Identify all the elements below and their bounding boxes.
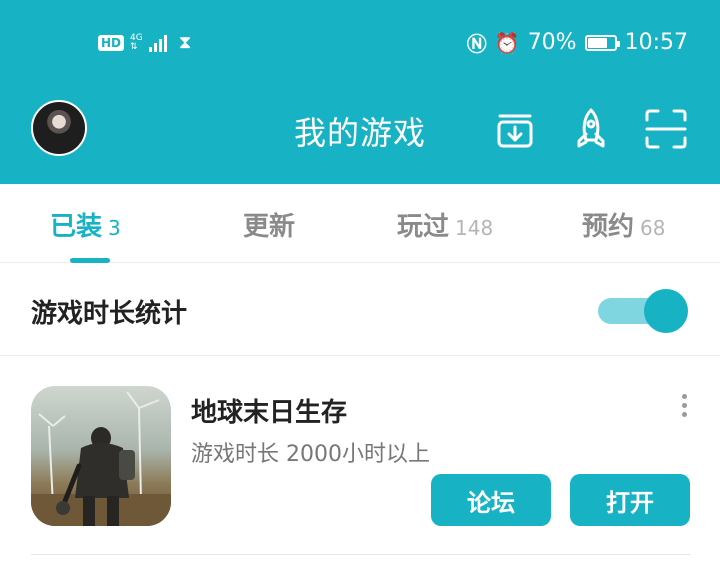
tab-bar: 已装 3 更新 玩过 148 预约 68 (0, 184, 720, 263)
open-button[interactable]: 打开 (570, 474, 690, 526)
tab-reserved-count: 68 (640, 216, 666, 240)
tab-updates[interactable]: 更新 (243, 206, 295, 243)
game-playtime: 游戏时长 2000小时以上 (191, 442, 430, 467)
game-title[interactable]: 地球末日生存 (191, 392, 347, 429)
app-bar: 我的游戏 (0, 90, 720, 184)
download-icon (497, 114, 533, 148)
status-right: Ⓝ ⏰ 70% 10:57 (467, 28, 688, 57)
speed-up-button[interactable] (568, 106, 614, 152)
playtime-stats-toggle[interactable] (598, 289, 688, 333)
more-options-button[interactable] (682, 394, 690, 424)
network-arrows-icon: ⇅ (130, 41, 138, 52)
tab-played-count: 148 (455, 216, 494, 240)
tab-updates-label: 更新 (243, 212, 296, 242)
playtime-stats-row: 游戏时长统计 (0, 263, 720, 356)
tab-installed[interactable]: 已装 3 (50, 206, 121, 243)
game-icon[interactable] (31, 386, 171, 526)
more-icon-dot (682, 412, 687, 417)
status-bar: HD 4G ⇅ ⧗ Ⓝ ⏰ 70% 10:57 (0, 0, 720, 90)
nfc-icon: Ⓝ (466, 32, 487, 56)
scan-button[interactable] (643, 106, 689, 152)
survivor-artwork-icon (31, 391, 171, 526)
tab-installed-count: 3 (108, 216, 121, 240)
signal-icon (148, 34, 167, 52)
game-list-item: 地球末日生存 游戏时长 2000小时以上 论坛 打开 (0, 356, 720, 561)
hd-badge: HD (98, 34, 125, 51)
more-icon (682, 394, 687, 399)
clock: 10:57 (624, 30, 688, 55)
tab-reserved-label: 预约 (582, 212, 635, 242)
playtime-stats-label: 游戏时长统计 (31, 299, 188, 329)
battery-icon (584, 34, 620, 51)
status-left: HD 4G ⇅ ⧗ (98, 32, 191, 53)
tab-played-label: 玩过 (397, 212, 450, 242)
alarm-icon: ⏰ (494, 30, 520, 55)
tab-reserved[interactable]: 预约 68 (582, 206, 665, 243)
hourglass-icon: ⧗ (178, 32, 192, 53)
network-type: 4G ⇅ (130, 33, 143, 52)
more-icon-dot (682, 403, 687, 408)
forum-button[interactable]: 论坛 (431, 474, 551, 526)
download-button[interactable] (492, 106, 538, 152)
list-divider (31, 554, 691, 555)
scan-icon (645, 109, 687, 149)
tab-played[interactable]: 玩过 148 (397, 206, 493, 243)
tab-installed-label: 已装 (50, 212, 103, 242)
toggle-knob (644, 289, 688, 333)
battery-percent: 70% (527, 30, 577, 55)
rocket-icon (577, 108, 605, 148)
